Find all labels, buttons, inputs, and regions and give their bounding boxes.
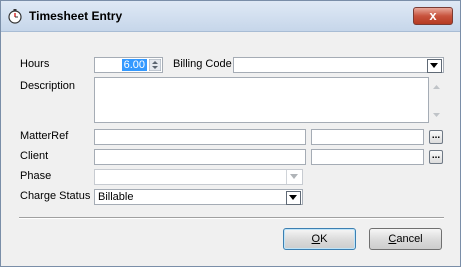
description-textarea[interactable] <box>94 77 429 123</box>
close-icon: x <box>429 8 437 23</box>
phase-dropdown-button[interactable] <box>286 170 302 184</box>
charge-status-value: Billable <box>98 191 134 203</box>
close-button[interactable]: x <box>413 7 453 25</box>
spin-arrows-icon[interactable] <box>149 59 161 71</box>
charge-status-dropdown-button[interactable] <box>286 191 301 205</box>
stopwatch-icon <box>8 9 22 24</box>
chevron-down-icon <box>290 174 298 179</box>
charge-status-label: Charge Status <box>20 190 91 202</box>
cancel-button[interactable]: Cancel <box>369 228 442 250</box>
chevron-down-icon <box>289 195 297 200</box>
matterref-label: MatterRef <box>20 130 69 142</box>
cancel-label-rest: ancel <box>396 233 423 245</box>
chevron-down-icon <box>430 63 438 68</box>
billing-code-dropdown-button[interactable] <box>427 59 442 73</box>
client-lookup-button[interactable]: ... <box>429 150 443 164</box>
hours-label: Hours <box>20 58 50 70</box>
ok-label-rest: K <box>320 233 328 245</box>
charge-status-select[interactable]: Billable <box>94 189 303 205</box>
billing-code-select[interactable] <box>233 57 444 73</box>
matterref-code-field[interactable] <box>94 129 306 145</box>
ok-button[interactable]: OK <box>283 228 356 250</box>
hours-spin-buttons[interactable] <box>149 59 161 71</box>
matterref-description-field[interactable] <box>311 129 424 145</box>
matterref-lookup-button[interactable]: ... <box>429 130 443 144</box>
ok-mnemonic: O <box>311 233 321 245</box>
hours-stepper[interactable]: 6.00 <box>94 57 163 73</box>
title-bar[interactable]: Timesheet Entry x <box>1 1 460 32</box>
hours-value[interactable]: 6.00 <box>121 59 147 71</box>
scroll-down-icon <box>433 113 440 117</box>
description-scrollbar[interactable] <box>429 77 444 123</box>
scroll-up-icon <box>433 85 440 89</box>
separator <box>19 217 444 219</box>
client-code-field[interactable] <box>94 149 306 165</box>
window-title: Timesheet Entry <box>29 9 123 23</box>
phase-label: Phase <box>20 170 52 182</box>
description-label: Description <box>20 80 76 92</box>
client-description-field[interactable] <box>311 149 424 165</box>
billing-code-label: Billing Code <box>173 58 232 70</box>
phase-select[interactable] <box>94 169 303 185</box>
timesheet-entry-dialog: Timesheet Entry x Hours 6.00 Billing Cod… <box>0 0 461 267</box>
client-label: Client <box>20 150 49 162</box>
